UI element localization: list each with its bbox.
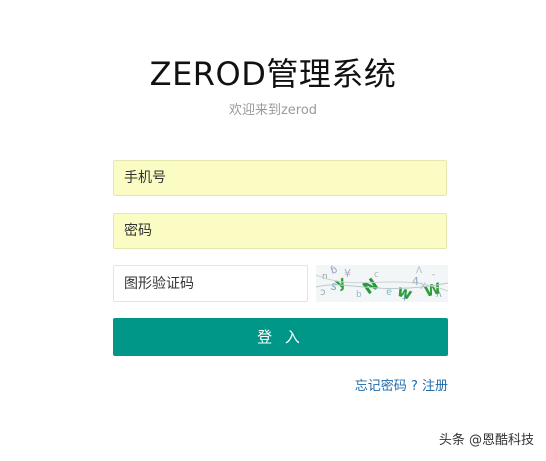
captcha-input[interactable] xyxy=(113,265,308,302)
phone-input[interactable] xyxy=(113,160,447,196)
svg-text:c: c xyxy=(374,270,379,280)
svg-text:b: b xyxy=(356,290,362,300)
captcha-image[interactable]: n ɓ ¥ ɔ s b c ɐ ʇ 4 X Ʌ - ʌ y N w W xyxy=(316,265,448,302)
forgot-password-link[interactable]: 忘记密码 xyxy=(355,379,407,394)
svg-text:Ʌ: Ʌ xyxy=(416,266,423,276)
svg-text:-: - xyxy=(432,270,435,280)
svg-text:¥: ¥ xyxy=(344,267,351,280)
svg-text:n: n xyxy=(322,272,328,282)
svg-text:ɔ: ɔ xyxy=(320,287,326,298)
captcha-graphic: n ɓ ¥ ɔ s b c ɐ ʇ 4 X Ʌ - ʌ y N w W xyxy=(316,265,448,302)
register-link[interactable]: 注册 xyxy=(422,379,448,394)
login-button[interactable]: 登 入 xyxy=(113,318,448,356)
password-input[interactable] xyxy=(113,213,447,249)
page-title: ZEROD管理系统 xyxy=(149,55,397,93)
auth-links: 忘记密码 ? 注册 xyxy=(355,378,448,396)
watermark: 头条 @恩酷科技 xyxy=(438,433,534,448)
link-separator: ? xyxy=(410,379,418,394)
page-subtitle: 欢迎来到zerod xyxy=(228,103,318,118)
